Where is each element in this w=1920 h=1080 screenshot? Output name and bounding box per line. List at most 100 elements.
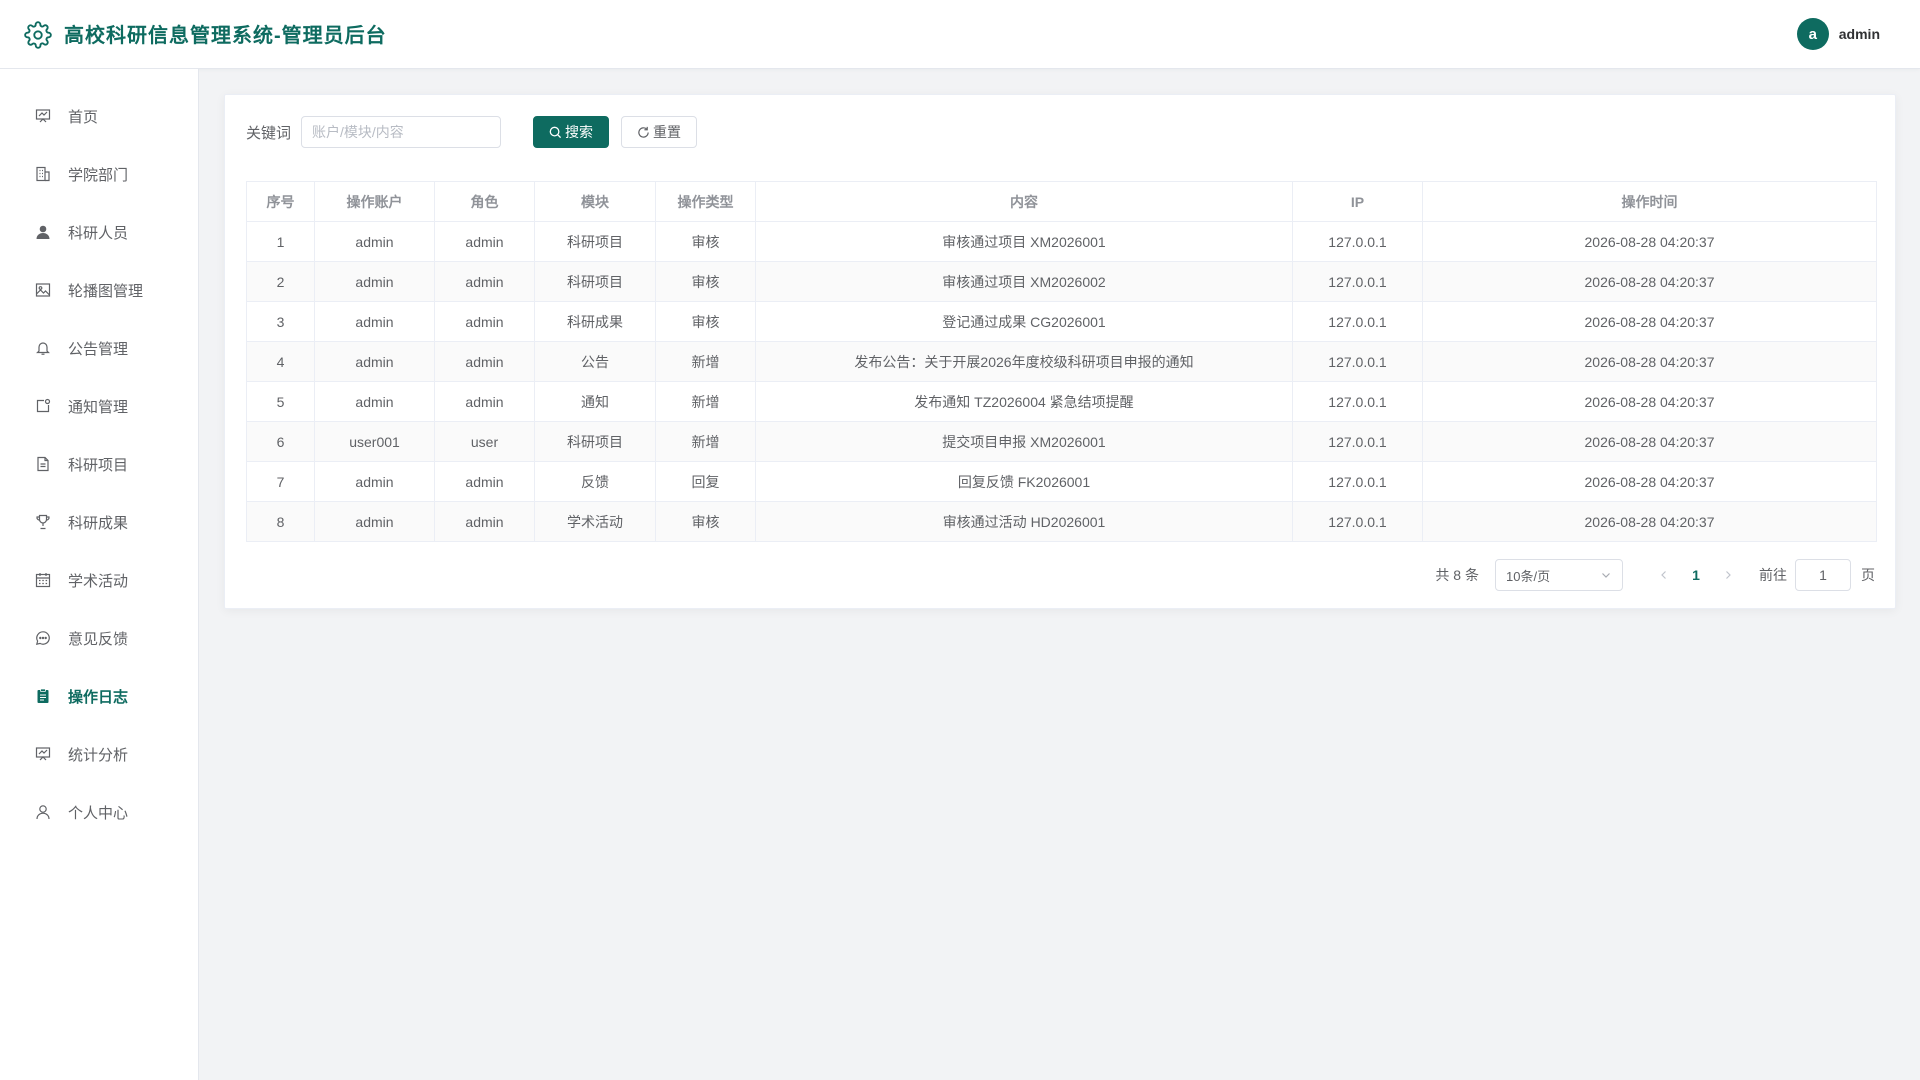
table-row: 2 admin admin 科研项目 审核 审核通过项目 XM2026002 1…: [246, 261, 1877, 302]
keyword-label: 关键词: [246, 124, 292, 142]
bell-icon: [34, 339, 52, 357]
search-button[interactable]: 搜索: [533, 116, 610, 148]
sidebar-item-label: 公告管理: [68, 340, 129, 358]
table-cell: 发布通知 TZ2026004 紧急结项提醒: [755, 381, 1293, 422]
table-cell: 科研成果: [534, 301, 656, 342]
table-header-row: 序号 操作账户 角色 模块 操作类型 内容 IP 操作时间: [246, 181, 1877, 222]
pagination-total: 共 8 条: [1435, 567, 1479, 583]
table-cell: 2026-08-28 04:20:37: [1422, 301, 1877, 342]
table-cell: 127.0.0.1: [1292, 261, 1423, 302]
chevron-down-icon: [1602, 573, 1610, 578]
table-cell: 2026-08-28 04:20:37: [1422, 221, 1877, 262]
dashboard-icon: [34, 107, 52, 125]
table-cell: 1: [246, 221, 315, 262]
page-size-value: 10条/页: [1506, 568, 1551, 584]
goto-page-input[interactable]: [1795, 559, 1851, 591]
chevron-left-icon: [1661, 571, 1666, 579]
table-cell: admin: [314, 381, 435, 422]
table-cell: admin: [314, 301, 435, 342]
avatar[interactable]: a: [1796, 18, 1829, 50]
sidebar-item-label: 学院部门: [68, 166, 129, 184]
sidebar-item-statistics[interactable]: 统计分析: [0, 725, 198, 783]
clipboard-icon: [34, 687, 52, 705]
table-cell: admin: [314, 261, 435, 302]
sidebar-item-carousel[interactable]: 轮播图管理: [0, 261, 198, 319]
prev-page-button[interactable]: [1649, 560, 1679, 590]
sidebar-item-label: 操作日志: [68, 688, 129, 706]
sidebar-item-label: 科研成果: [68, 514, 129, 532]
sidebar-item-label: 统计分析: [68, 746, 129, 764]
column-header: 模块: [534, 181, 656, 222]
table-cell: 科研项目: [534, 421, 656, 462]
table-row: 8 admin admin 学术活动 审核 审核通过活动 HD2026001 1…: [246, 501, 1877, 542]
table-cell: 7: [246, 461, 315, 502]
sidebar-item-projects[interactable]: 科研项目: [0, 435, 198, 493]
table-cell: 2: [246, 261, 315, 302]
table-cell: 学术活动: [534, 501, 656, 542]
sidebar-item-achievements[interactable]: 科研成果: [0, 493, 198, 551]
table-cell: user: [434, 421, 535, 462]
building-icon: [34, 165, 52, 183]
operation-log-table: 序号 操作账户 角色 模块 操作类型 内容 IP 操作时间 1 admin ad…: [246, 181, 1877, 542]
table-cell: 127.0.0.1: [1292, 501, 1423, 542]
table-cell: 127.0.0.1: [1292, 421, 1423, 462]
sidebar-item-activities[interactable]: 学术活动: [0, 551, 198, 609]
username[interactable]: admin: [1839, 26, 1880, 42]
table-cell: admin: [434, 221, 535, 262]
table-cell: 审核: [655, 221, 756, 262]
table-cell: 4: [246, 341, 315, 382]
table-cell: 新增: [655, 421, 756, 462]
table-cell: 127.0.0.1: [1292, 461, 1423, 502]
table-cell: admin: [434, 501, 535, 542]
table-cell: user001: [314, 421, 435, 462]
table-cell: admin: [314, 461, 435, 502]
calendar-icon: [34, 571, 52, 589]
table-cell: 科研项目: [534, 261, 656, 302]
sidebar-item-departments[interactable]: 学院部门: [0, 145, 198, 203]
sidebar: 首页 学院部门 科研人员 轮播图管理 公告管理 通知管理 科研项目 科研成果 学…: [0, 69, 199, 1080]
column-header: 角色: [434, 181, 535, 222]
document-icon: [34, 455, 52, 473]
table-cell: admin: [434, 381, 535, 422]
gear-icon: [24, 21, 52, 49]
column-header: 序号: [246, 181, 315, 222]
column-header: 操作时间: [1422, 181, 1877, 222]
sidebar-item-profile[interactable]: 个人中心: [0, 783, 198, 841]
next-page-button[interactable]: [1713, 560, 1743, 590]
table-cell: 发布公告：关于开展2026年度校级科研项目申报的通知: [755, 341, 1293, 382]
page-size-select[interactable]: 10条/页: [1495, 559, 1623, 591]
table-row: 3 admin admin 科研成果 审核 登记通过成果 CG2026001 1…: [246, 301, 1877, 342]
table-cell: admin: [434, 341, 535, 382]
sidebar-item-feedback[interactable]: 意见反馈: [0, 609, 198, 667]
table-cell: 127.0.0.1: [1292, 381, 1423, 422]
table-cell: 提交项目申报 XM2026001: [755, 421, 1293, 462]
sidebar-item-notifications[interactable]: 通知管理: [0, 377, 198, 435]
table-cell: 2026-08-28 04:20:37: [1422, 421, 1877, 462]
search-bar: 关键词 搜索 重置: [246, 116, 698, 148]
column-header: 操作账户: [314, 181, 435, 222]
sidebar-item-home[interactable]: 首页: [0, 87, 198, 145]
reset-button[interactable]: 重置: [621, 116, 698, 148]
sidebar-item-label: 通知管理: [68, 398, 129, 416]
sidebar-item-researchers[interactable]: 科研人员: [0, 203, 198, 261]
table-cell: 3: [246, 301, 315, 342]
chevron-right-icon: [1726, 571, 1731, 579]
table-cell: 审核: [655, 301, 756, 342]
sidebar-item-operation-log[interactable]: 操作日志: [0, 667, 198, 725]
page-unit-label: 页: [1861, 567, 1875, 583]
pagination: 共 8 条 10条/页 1 前往 页: [1435, 558, 1875, 592]
table-cell: admin: [434, 261, 535, 302]
keyword-input[interactable]: [301, 116, 502, 148]
sidebar-item-announcements[interactable]: 公告管理: [0, 319, 198, 377]
table-cell: 反馈: [534, 461, 656, 502]
table-cell: 2026-08-28 04:20:37: [1422, 501, 1877, 542]
page-number-current[interactable]: 1: [1681, 567, 1711, 583]
table-cell: 审核通过项目 XM2026001: [755, 221, 1293, 262]
table-cell: 6: [246, 421, 315, 462]
table-cell: 127.0.0.1: [1292, 221, 1423, 262]
user-menu[interactable]: a admin: [1796, 18, 1880, 50]
user-icon: [34, 803, 52, 821]
column-header: 内容: [755, 181, 1293, 222]
table-cell: 2026-08-28 04:20:37: [1422, 461, 1877, 502]
sidebar-item-label: 意见反馈: [68, 630, 129, 648]
